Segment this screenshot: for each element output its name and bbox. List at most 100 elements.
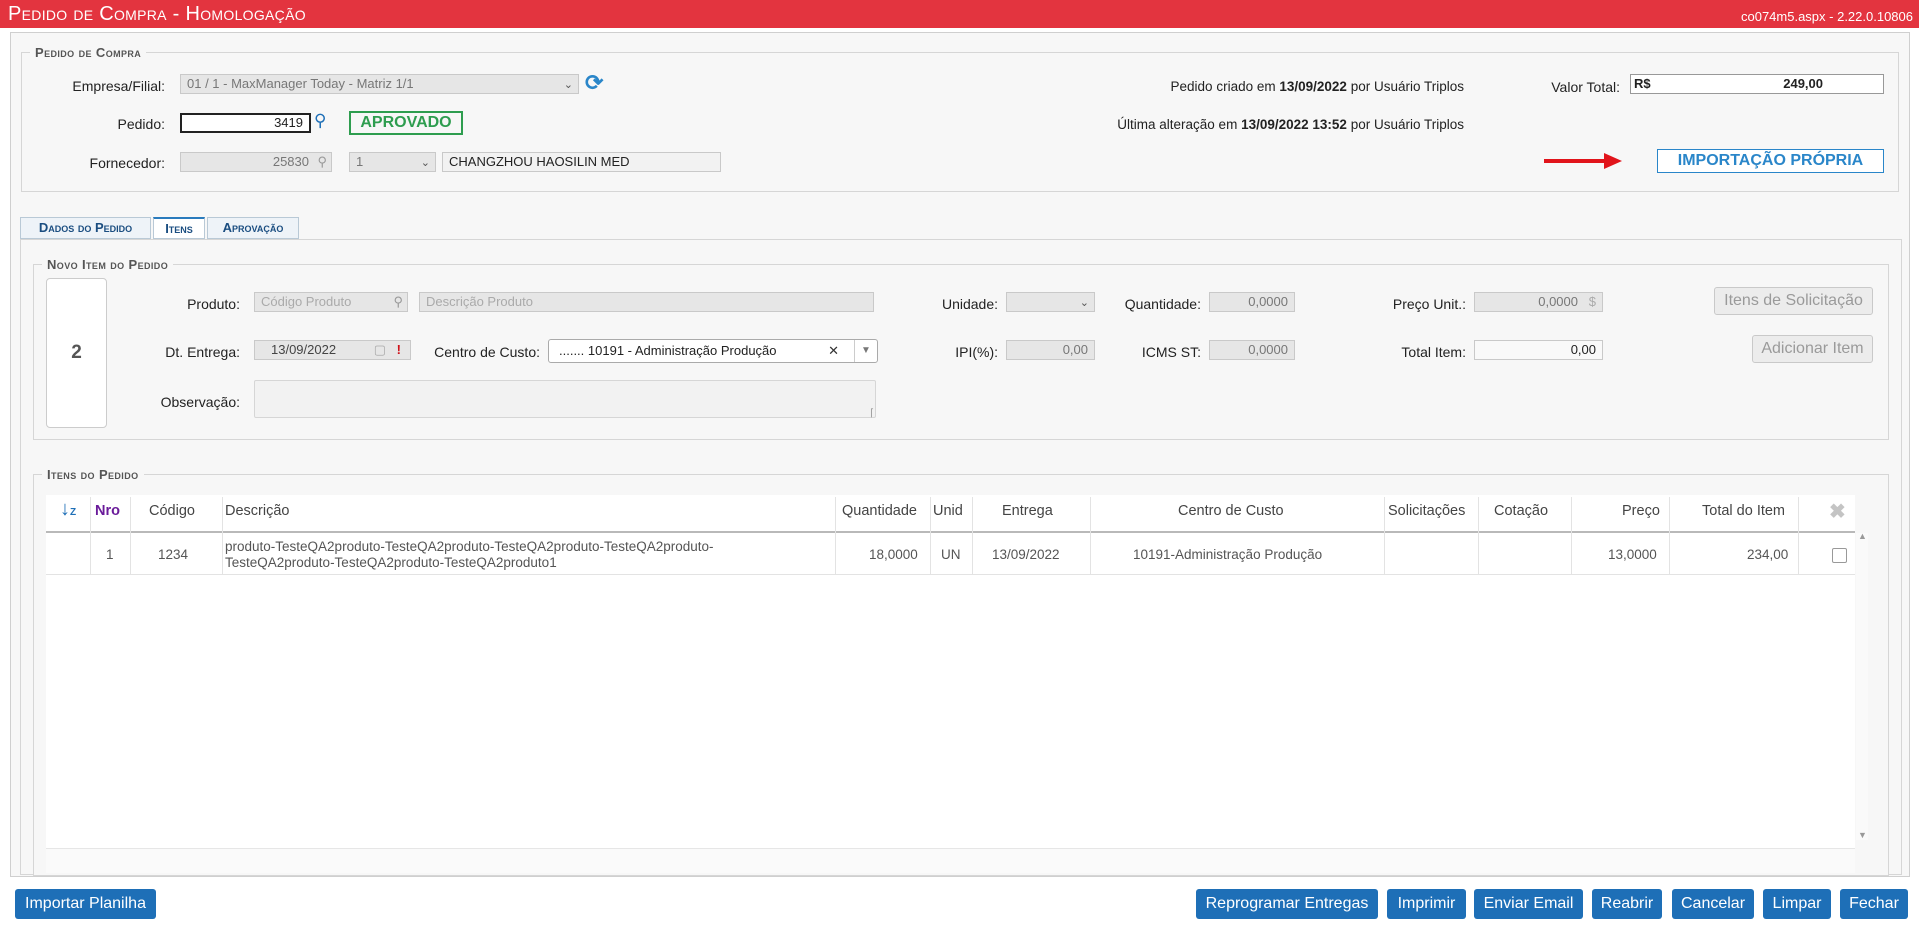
novo-item-legend: Novo Item do Pedido [42, 257, 174, 272]
total-item-field: 0,00 [1474, 340, 1603, 360]
row-total: 234,00 [1747, 547, 1789, 562]
preco-unit-label: Preço Unit.: [1392, 296, 1466, 312]
currency-symbol: R$ [1634, 76, 1651, 91]
cancelar-button[interactable]: Cancelar [1672, 889, 1754, 919]
valor-total-field: R$ 249,00 [1630, 74, 1884, 94]
col-cotacao[interactable]: Cotação [1494, 503, 1548, 519]
criado-info: Pedido criado em 13/09/2022 por Usuário … [1170, 79, 1464, 94]
pedido-input[interactable]: 3419 [180, 113, 311, 133]
row-centro-custo: 10191-Administração Produção [1133, 547, 1323, 562]
reprogramar-entregas-button[interactable]: Reprogramar Entregas [1196, 889, 1378, 919]
col-total-item[interactable]: Total do Item [1702, 503, 1785, 519]
row-descricao-line1: produto-TesteQA2produto-TesteQA2produto-… [225, 539, 714, 554]
valor-total-label: Valor Total: [1551, 79, 1620, 95]
centro-custo-select[interactable]: ....... 10191 - Administração Produção ✕… [548, 339, 878, 363]
fornecedor-label: Fornecedor: [89, 155, 165, 171]
row-codigo: 1234 [158, 547, 189, 562]
col-descricao[interactable]: Descrição [225, 503, 289, 519]
empresa-label: Empresa/Filial: [72, 78, 165, 94]
calendar-icon[interactable]: ▢ [374, 341, 386, 359]
reabrir-button[interactable]: Reabrir [1592, 889, 1662, 919]
tab-aprovacao[interactable]: Aprovação [207, 217, 299, 239]
row-descricao-line2: TesteQA2produto-TesteQA2produto-TesteQA2… [225, 555, 557, 570]
col-preco[interactable]: Preço [1622, 503, 1660, 519]
tab-dados-do-pedido[interactable]: Dados do Pedido [20, 217, 151, 239]
icms-st-label: ICMS ST: [1141, 344, 1201, 360]
preco-unit-value: 0,0000 [1538, 294, 1578, 309]
fornecedor-seq-select[interactable]: 1 ⌄ [349, 152, 436, 172]
total-item-label: Total Item: [1401, 344, 1466, 360]
chevron-down-icon: ⌄ [420, 157, 430, 169]
unidade-label: Unidade: [941, 296, 998, 312]
col-entrega[interactable]: Entrega [1002, 503, 1053, 519]
required-icon: ! [396, 342, 401, 357]
imprimir-button[interactable]: Imprimir [1387, 889, 1466, 919]
ipi-input[interactable]: 0,00 [1006, 340, 1095, 360]
adicionar-item-button[interactable]: Adicionar Item [1752, 335, 1873, 363]
pedido-label: Pedido: [117, 116, 165, 132]
delete-all-icon[interactable]: ✖ [1829, 499, 1846, 524]
tab-itens[interactable]: Itens [153, 217, 205, 239]
chevron-down-icon[interactable]: ▼ [854, 340, 877, 362]
chevron-down-icon: ⌄ [1079, 297, 1089, 309]
row-checkbox[interactable] [1832, 548, 1847, 563]
empresa-value: 01 / 1 - MaxManager Today - Matriz 1/1 [187, 76, 414, 91]
observacao-label: Observação: [160, 394, 240, 410]
observacao-textarea[interactable]: ⌈ [254, 380, 876, 419]
produto-label: Produto: [187, 296, 240, 312]
search-icon[interactable]: ⚲ [317, 153, 327, 171]
search-icon[interactable]: ⚲ [314, 111, 326, 131]
grid-scrollbar[interactable]: ▲ ▼ [1856, 531, 1868, 840]
row-preco: 13,0000 [1608, 547, 1657, 562]
pedido-legend: Pedido de Compra [30, 45, 147, 60]
enviar-email-button[interactable]: Enviar Email [1474, 889, 1583, 919]
importacao-badge: IMPORTAÇÃO PRÓPRIA [1657, 149, 1884, 173]
col-solicitacoes[interactable]: Solicitações [1388, 503, 1465, 519]
importacao-text: IMPORTAÇÃO PRÓPRIA [1677, 152, 1864, 169]
col-quantidade[interactable]: Quantidade [842, 503, 917, 519]
row-quantidade: 18,0000 [869, 547, 918, 562]
col-nro[interactable]: Nro [95, 503, 120, 519]
col-centro-custo[interactable]: Centro de Custo [1178, 503, 1284, 519]
fornecedor-code-input[interactable]: 25830 ⚲ [180, 152, 332, 172]
window-title-bar: Pedido de Compra - Homologação co074m5.a… [0, 0, 1919, 28]
dt-entrega-label: Dt. Entrega: [165, 344, 240, 360]
refresh-icon[interactable]: ⟳ [585, 70, 603, 96]
fornecedor-code: 25830 [272, 154, 309, 169]
status-badge: APROVADO [349, 111, 463, 135]
preco-unit-input[interactable]: 0,0000 $ [1474, 292, 1603, 312]
itens-legend: Itens do Pedido [42, 467, 144, 482]
col-unid[interactable]: Unid [933, 503, 963, 519]
dollar-icon: $ [1588, 294, 1596, 309]
scroll-up-icon[interactable]: ▲ [1858, 531, 1867, 541]
descricao-produto-input[interactable]: Descrição Produto [419, 292, 874, 312]
dt-entrega-input[interactable]: 13/09/2022 ▢ ! [254, 340, 411, 360]
scroll-down-icon[interactable]: ▼ [1858, 830, 1867, 840]
fechar-button[interactable]: Fechar [1840, 889, 1908, 919]
row-entrega: 13/09/2022 [992, 547, 1060, 562]
ipi-value: 0,00 [1062, 342, 1088, 357]
icms-st-input[interactable]: 0,0000 [1209, 340, 1295, 360]
importar-planilha-button[interactable]: Importar Planilha [15, 889, 156, 919]
quantidade-label: Quantidade: [1124, 296, 1201, 312]
sort-az-icon[interactable]: ↓Z [60, 498, 76, 521]
total-item-value: 0,00 [1570, 342, 1596, 357]
col-codigo[interactable]: Código [149, 503, 195, 519]
unidade-select[interactable]: ⌄ [1006, 292, 1095, 312]
alteracao-info: Última alteração em 13/09/2022 13:52 por… [1117, 117, 1464, 132]
resize-handle-icon[interactable]: ⌈ [870, 408, 874, 419]
centro-custo-label: Centro de Custo: [434, 344, 540, 360]
arrow-head [1604, 153, 1622, 169]
clear-icon[interactable]: ✕ [828, 340, 839, 362]
row-nro: 1 [106, 547, 114, 562]
itens-solicitacao-button[interactable]: Itens de Solicitação [1714, 287, 1873, 315]
grid-footer [46, 848, 1855, 873]
row-unid: UN [941, 547, 961, 562]
empresa-select[interactable]: 01 / 1 - MaxManager Today - Matriz 1/1 ⌄ [180, 74, 579, 94]
codigo-produto-input[interactable]: Código Produto ⚲ [254, 292, 408, 312]
quantidade-input[interactable]: 0,0000 [1209, 292, 1295, 312]
centro-custo-value: ....... 10191 - Administração Produção [559, 343, 777, 358]
pedido-value: 3419 [274, 115, 303, 130]
limpar-button[interactable]: Limpar [1763, 889, 1831, 919]
search-icon[interactable]: ⚲ [393, 293, 403, 311]
